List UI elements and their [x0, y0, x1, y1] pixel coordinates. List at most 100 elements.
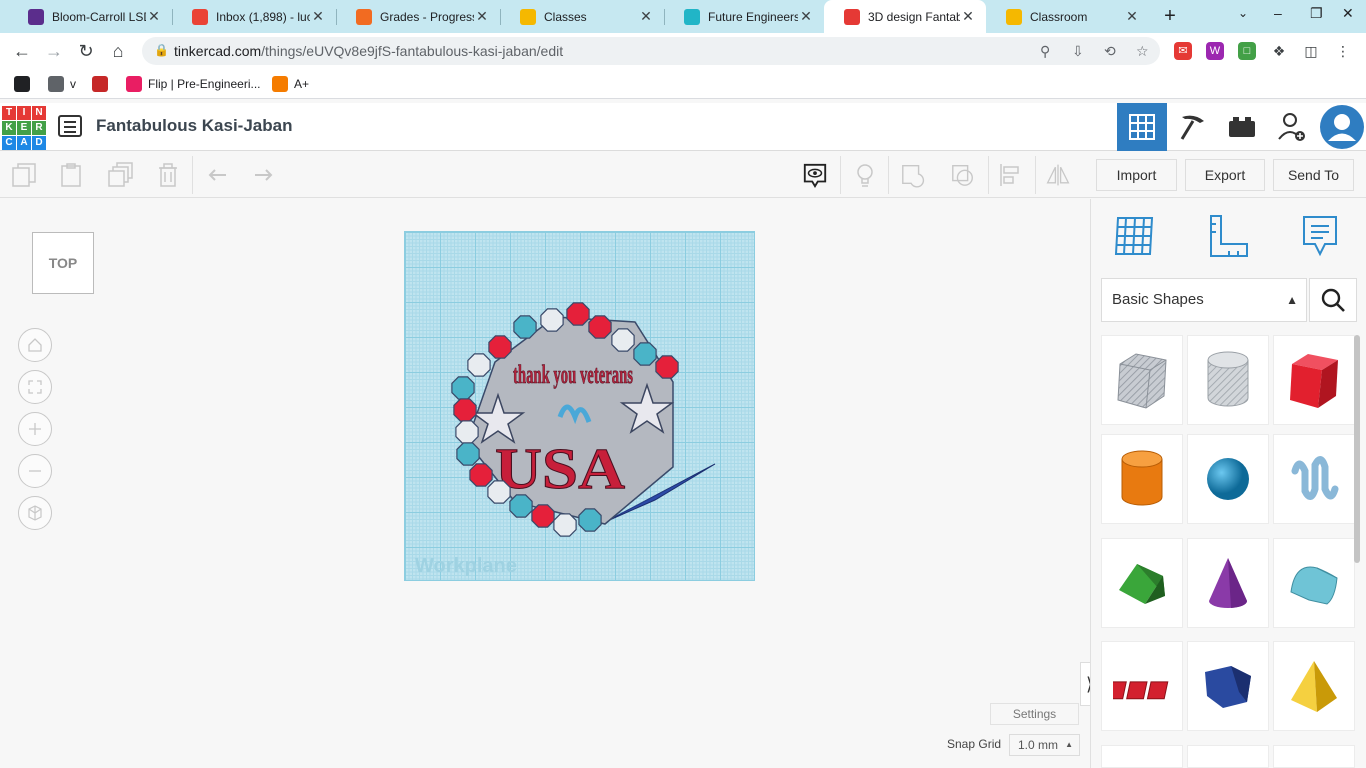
cylinder-shape[interactable]	[1101, 434, 1183, 524]
shape-tile-next-row[interactable]	[1273, 745, 1355, 768]
address-bar[interactable]: 🔒 tinkercad.com/things/eUVQv8e9jfS-fanta…	[142, 37, 1160, 65]
new-tab-icon[interactable]: +	[1158, 4, 1182, 28]
undo-icon[interactable]	[204, 162, 230, 188]
redo-icon[interactable]	[251, 162, 277, 188]
workplane-label: Workplane	[415, 555, 517, 577]
tab-search-icon[interactable]: ⌄	[1238, 6, 1248, 20]
home-view-button[interactable]	[18, 328, 52, 362]
browser-menu-icon[interactable]: ⋮	[1334, 42, 1352, 60]
3d-design-view-button[interactable]	[1117, 103, 1167, 151]
workplane[interactable]: thank you veterans USA Workplane	[404, 231, 755, 581]
send-to-button[interactable]: Send To	[1273, 159, 1354, 191]
zoom-out-button[interactable]	[18, 454, 52, 488]
invite-user-button[interactable]	[1267, 103, 1317, 151]
roof-shape[interactable]	[1101, 538, 1183, 628]
tab-close-icon[interactable]: ✕	[1124, 8, 1140, 25]
browser-tab[interactable]: Future Engineers ✕	[664, 0, 824, 33]
tab-close-icon[interactable]: ✕	[960, 8, 976, 25]
duplicate-icon[interactable]	[107, 162, 133, 188]
extension-megaphone-icon[interactable]: ✉	[1174, 42, 1192, 60]
back-icon[interactable]: ←	[10, 40, 34, 62]
workspace-canvas[interactable]: TOP thank you veterans USA Workplane Set…	[0, 199, 1098, 768]
browser-tab[interactable]: Classroom ✕	[986, 0, 1150, 33]
pyramid-shape[interactable]	[1273, 641, 1355, 731]
design-menu-icon[interactable]	[58, 115, 82, 137]
codeblocks-view-button[interactable]	[1167, 103, 1217, 151]
tab-close-icon[interactable]: ✕	[638, 8, 654, 25]
minimize-icon[interactable]: –	[1274, 5, 1282, 21]
snap-grid-select[interactable]: 1.0 mm ▲	[1009, 734, 1080, 756]
tab-close-icon[interactable]: ✕	[798, 8, 814, 25]
reload-icon[interactable]: ↻	[74, 40, 98, 62]
workplane-tool-button[interactable]	[1113, 213, 1157, 259]
window-close-icon[interactable]: ✕	[1342, 5, 1354, 22]
panel-scrollbar[interactable]	[1354, 335, 1360, 563]
bookmark-item[interactable]	[92, 76, 114, 92]
bookmark-item[interactable]	[14, 76, 36, 92]
shape-category-select[interactable]: Basic Shapes ▲	[1101, 278, 1307, 322]
bookmark-star-icon[interactable]: ☆	[1136, 43, 1149, 60]
tab-close-icon[interactable]: ✕	[474, 8, 490, 25]
install-icon[interactable]: ⇩	[1072, 43, 1084, 60]
box-hole-shape[interactable]	[1101, 335, 1183, 425]
design-bead	[578, 508, 602, 532]
browser-tab[interactable]: 3D design Fantab ✕	[824, 0, 986, 33]
delete-icon[interactable]	[155, 162, 181, 188]
shape-search-button[interactable]	[1309, 278, 1357, 322]
view-cube-top[interactable]: TOP	[32, 232, 94, 294]
group-icon[interactable]	[900, 162, 926, 188]
browser-tab[interactable]: Classes ✕	[500, 0, 664, 33]
cylinder-hole-shape[interactable]	[1187, 335, 1269, 425]
tab-close-icon[interactable]: ✕	[310, 8, 326, 25]
design-model[interactable]: thank you veterans USA Workplane	[405, 232, 756, 582]
export-button[interactable]: Export	[1185, 159, 1265, 191]
extension-sheet-icon[interactable]: □	[1238, 42, 1256, 60]
notes-tool-button[interactable]	[1298, 213, 1342, 259]
bookmark-item[interactable]: Flip | Pre-Engineeri...	[126, 76, 261, 92]
ruler-tool-button[interactable]	[1206, 213, 1250, 259]
browser-tab[interactable]: Inbox (1,898) - luc ✕	[172, 0, 336, 33]
sphere-shape[interactable]	[1187, 434, 1269, 524]
bookmark-item[interactable]: A+	[272, 76, 309, 92]
perspective-button[interactable]	[18, 496, 52, 530]
box-shape[interactable]	[1273, 335, 1355, 425]
shape-tile-next-row[interactable]	[1187, 745, 1269, 768]
shape-tile-next-row[interactable]	[1101, 745, 1183, 768]
home-icon	[28, 338, 42, 352]
side-panel-icon[interactable]: ◫	[1302, 42, 1320, 60]
fit-view-button[interactable]	[18, 370, 52, 404]
text-shape[interactable]: ■■■	[1101, 641, 1183, 731]
lightbulb-icon[interactable]	[852, 162, 878, 188]
paste-icon[interactable]	[58, 162, 84, 188]
round-roof-shape[interactable]	[1273, 538, 1355, 628]
tab-close-icon[interactable]: ✕	[146, 8, 162, 25]
copy-icon[interactable]	[11, 162, 37, 188]
browser-tab[interactable]: Bloom-Carroll LSD ✕	[8, 0, 172, 33]
user-avatar-button[interactable]	[1317, 103, 1366, 151]
design-title[interactable]: Fantabulous Kasi-Jaban	[96, 116, 292, 136]
notes-visibility-icon[interactable]	[802, 162, 828, 188]
import-button[interactable]: Import	[1096, 159, 1177, 191]
bookmark-item[interactable]: v	[48, 76, 76, 92]
polygon-shape[interactable]	[1187, 641, 1269, 731]
align-icon[interactable]	[998, 162, 1024, 188]
ungroup-icon[interactable]	[950, 162, 976, 188]
restore-icon[interactable]: ❐	[1310, 5, 1323, 22]
tab-favicon-icon	[356, 8, 372, 25]
home-icon[interactable]: ⌂	[106, 40, 130, 62]
extensions-puzzle-icon[interactable]: ❖	[1270, 42, 1288, 60]
browser-tab[interactable]: Grades - Progress ✕	[336, 0, 500, 33]
search-icon	[1321, 288, 1345, 312]
scribble-shape[interactable]	[1273, 434, 1355, 524]
share-icon[interactable]: ⟲	[1104, 43, 1116, 60]
extension-word-icon[interactable]: W	[1206, 42, 1224, 60]
bricks-view-button[interactable]	[1217, 103, 1267, 151]
logo-letter: K	[2, 121, 16, 135]
zoom-in-button[interactable]	[18, 412, 52, 446]
tinkercad-logo[interactable]: TIN KER CAD	[2, 106, 46, 150]
cone-shape[interactable]	[1187, 538, 1269, 628]
forward-icon[interactable]: →	[42, 40, 66, 62]
settings-button[interactable]: Settings	[990, 703, 1079, 725]
mirror-icon[interactable]	[1045, 162, 1071, 188]
zoom-icon[interactable]: ⚲	[1040, 43, 1050, 60]
